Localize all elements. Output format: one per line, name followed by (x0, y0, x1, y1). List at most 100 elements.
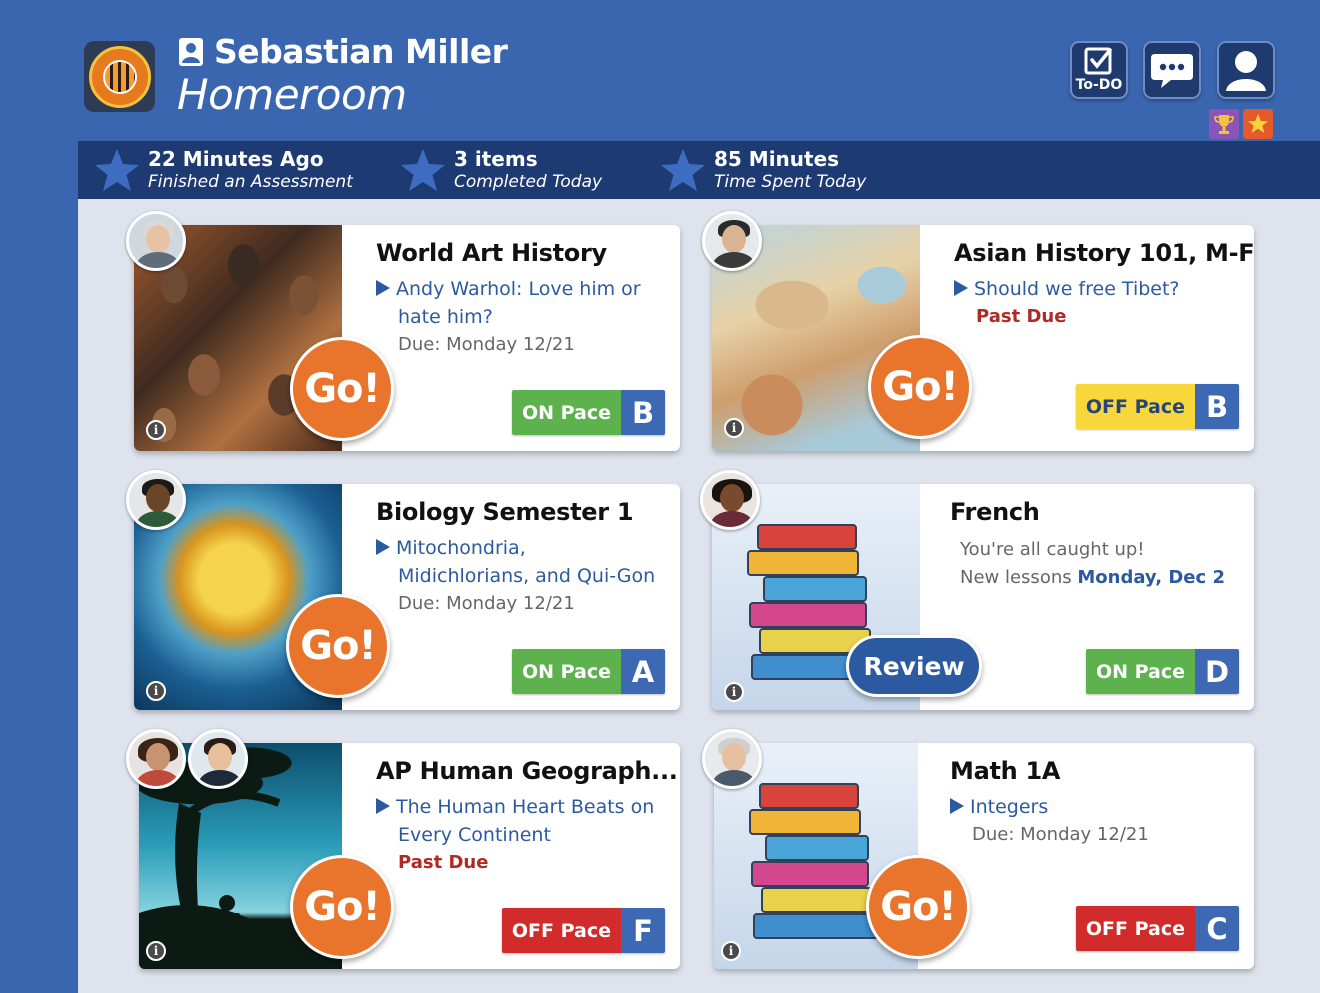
tiger-logo-icon (88, 45, 151, 108)
lesson-info: Integers Due: Monday 12/21 (950, 793, 1240, 849)
school-logo[interactable] (84, 41, 155, 112)
course-title[interactable]: AP Human Geograph... (376, 757, 678, 785)
info-icon[interactable]: i (724, 682, 744, 702)
course-card-ap-human-geography[interactable]: i Go! AP Human Geograph... The Human Hea… (126, 729, 680, 969)
due-date: Due: Monday 12/21 (972, 824, 1149, 845)
course-card-math-1a[interactable]: i Go! Math 1A Integers Due: Monday 12/21… (702, 729, 1254, 969)
profile-button[interactable] (1217, 41, 1275, 99)
review-button[interactable]: Review (846, 635, 982, 697)
course-title[interactable]: French (950, 498, 1040, 526)
course-title[interactable]: World Art History (376, 239, 607, 267)
todo-label: To-DO (1075, 77, 1123, 93)
go-button[interactable]: Go! (868, 335, 972, 439)
course-card-biology[interactable]: i Go! Biology Semester 1 Mitochondria, M… (126, 470, 680, 710)
header: Sebastian Miller Homeroom To-DO (0, 0, 1320, 141)
pace-indicator: ON Pace D (1085, 649, 1239, 694)
pace-indicator: OFF Pace F (501, 908, 665, 953)
teacher-avatar[interactable] (126, 211, 186, 271)
lesson-link-cont[interactable]: hate him? (376, 303, 666, 331)
play-triangle-icon (376, 798, 390, 814)
trophy-badge-icon[interactable] (1209, 109, 1239, 139)
grade-badge: B (621, 390, 665, 435)
student-name-text: Sebastian Miller (214, 32, 508, 71)
play-triangle-icon (376, 539, 390, 555)
play-triangle-icon (376, 280, 390, 296)
course-title[interactable]: Math 1A (950, 757, 1060, 785)
new-lessons-date: Monday, Dec 2 (1077, 567, 1225, 588)
stats-bar: 22 Minutes Ago Finished an Assessment 3 … (78, 141, 1320, 199)
lesson-link[interactable]: Should we free Tibet? (974, 278, 1180, 300)
lesson-link[interactable]: Mitochondria, (396, 537, 526, 559)
teacher-avatar[interactable] (702, 729, 762, 789)
star-icon (661, 149, 705, 191)
star-icon (95, 149, 139, 191)
stat-caption: Finished an Assessment (148, 172, 353, 192)
star-badge-icon[interactable] (1243, 109, 1273, 139)
due-date: Due: Monday 12/21 (398, 334, 575, 355)
course-grid: i Go! World Art History Andy Warhol: Lov… (78, 199, 1320, 993)
stat-last-assessment: 22 Minutes Ago Finished an Assessment (94, 141, 353, 199)
stat-time-spent: 85 Minutes Time Spent Today (660, 141, 866, 199)
lesson-info: Mitochondria, Midichlorians, and Qui-Gon… (376, 534, 666, 618)
pace-indicator: ON Pace A (511, 649, 665, 694)
books-illustration (739, 773, 889, 953)
pace-label: ON Pace (511, 390, 621, 435)
achievement-badges (1209, 109, 1273, 139)
pace-label: ON Pace (511, 649, 621, 694)
info-icon[interactable]: i (724, 418, 744, 438)
caught-up-message: You're all caught up! New lessons Monday… (960, 536, 1225, 592)
teacher-avatar-2[interactable] (188, 729, 248, 789)
course-title[interactable]: Biology Semester 1 (376, 498, 634, 526)
course-card-asian-history[interactable]: i Go! Asian History 101, M-F Should we f… (702, 211, 1255, 451)
past-due-status: Past Due (398, 852, 489, 873)
due-date: Due: Monday 12/21 (398, 593, 575, 614)
grade-badge: F (621, 908, 665, 953)
info-icon[interactable]: i (146, 681, 166, 701)
lesson-link-cont[interactable]: Every Continent (376, 821, 666, 849)
checkbox-icon (1084, 47, 1112, 75)
stat-value: 22 Minutes Ago (148, 147, 324, 171)
chat-button[interactable] (1143, 41, 1201, 99)
grade-badge: A (621, 649, 665, 694)
lesson-link-cont[interactable]: Midichlorians, and Qui-Gon (376, 562, 666, 590)
stat-value: 3 items (454, 147, 538, 171)
info-icon[interactable]: i (146, 941, 166, 961)
lesson-link[interactable]: Andy Warhol: Love him or (396, 278, 641, 300)
course-title[interactable]: Asian History 101, M-F (954, 239, 1255, 267)
caught-up-line: You're all caught up! (960, 539, 1145, 560)
star-icon (401, 149, 445, 191)
grade-badge: C (1195, 906, 1239, 951)
play-triangle-icon (950, 798, 964, 814)
teacher-avatar[interactable] (126, 470, 186, 530)
pace-label: OFF Pace (501, 908, 621, 953)
lesson-info: The Human Heart Beats on Every Continent… (376, 793, 666, 877)
course-card-french[interactable]: i Review French You're all caught up! Ne… (700, 470, 1254, 710)
info-icon[interactable]: i (146, 420, 166, 440)
lesson-link[interactable]: Integers (970, 796, 1048, 818)
chat-bubble-icon (1151, 54, 1193, 88)
todo-button[interactable]: To-DO (1070, 41, 1128, 99)
page-title: Homeroom (177, 70, 407, 119)
teacher-avatar[interactable] (702, 211, 762, 271)
go-button[interactable]: Go! (286, 594, 390, 698)
pace-label: OFF Pace (1075, 384, 1195, 429)
go-button[interactable]: Go! (866, 855, 970, 959)
student-name: Sebastian Miller (178, 32, 508, 71)
stat-value: 85 Minutes (714, 147, 840, 171)
info-icon[interactable]: i (721, 941, 741, 961)
pace-indicator: OFF Pace B (1075, 384, 1239, 429)
stat-caption: Time Spent Today (714, 172, 867, 192)
course-card-world-art-history[interactable]: i Go! World Art History Andy Warhol: Lov… (126, 211, 680, 451)
stat-items-completed: 3 items Completed Today (400, 141, 602, 199)
pace-indicator: ON Pace B (511, 390, 665, 435)
lesson-info: Should we free Tibet? Past Due (954, 275, 1244, 331)
teacher-avatar[interactable] (700, 470, 760, 530)
profile-icon (1226, 51, 1266, 91)
user-icon (178, 37, 204, 67)
new-lessons-prefix: New lessons (960, 567, 1072, 588)
grade-badge: B (1195, 384, 1239, 429)
pace-label: ON Pace (1085, 649, 1195, 694)
lesson-link[interactable]: The Human Heart Beats on (396, 796, 654, 818)
pace-indicator: OFF Pace C (1075, 906, 1239, 951)
teacher-avatar[interactable] (126, 729, 186, 789)
